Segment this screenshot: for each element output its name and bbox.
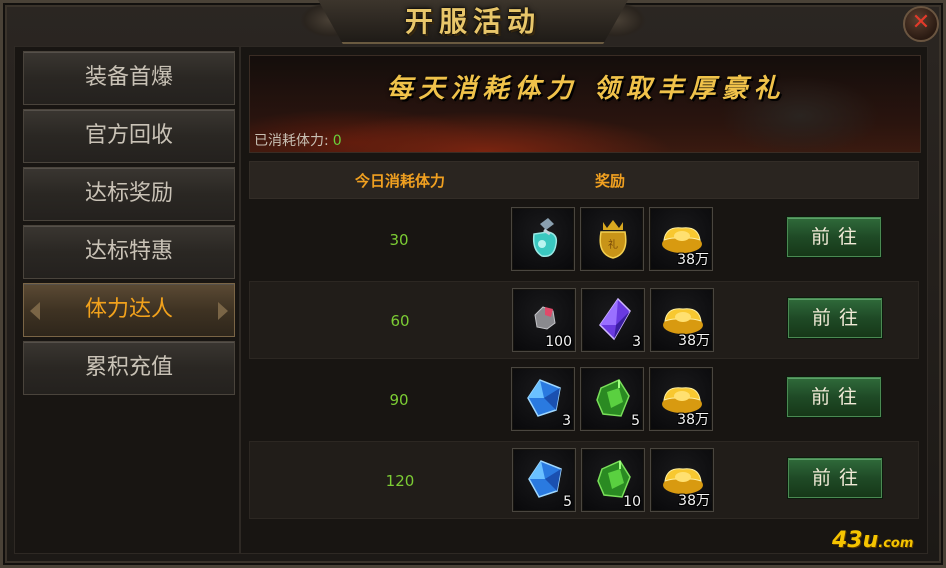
reward-slot[interactable]: 38万 [650,288,714,352]
reward-slot[interactable]: 38万 [649,367,713,431]
reward-count: 10 [623,494,641,510]
reward-count: 100 [545,334,572,350]
stamina-counter: 已消耗体力: 0 [254,130,342,150]
sidebar-item-cumulative-recharge[interactable]: 累积充值 [23,341,235,395]
sidebar-item-equipment-first-drop[interactable]: 装备首爆 [23,51,235,105]
header-stamina: 今日消耗体力 [354,172,445,190]
reward-count: 3 [562,413,571,429]
purple-crystal-icon [599,297,631,341]
reward-count: 5 [563,494,572,510]
table-row: 90 3 5 38万 前往 [249,361,919,439]
reward-count: 3 [632,334,641,350]
reward-slot[interactable]: 3 [581,288,645,352]
banner-title: 每天消耗体力 领取丰厚豪礼 [386,74,786,104]
reward-slot[interactable]: 100 [512,288,576,352]
stamina-counter-label: 已消耗体力: [254,133,329,149]
stamina-requirement: 120 [385,472,415,490]
header-reward: 奖励 [594,172,625,190]
watermark-text: 43u [832,528,879,553]
sidebar-item-stamina-master[interactable]: 体力达人 [23,283,235,337]
reward-slot[interactable]: 3 [511,367,575,431]
close-button[interactable]: ✕ [903,6,939,42]
reward-slot[interactable] [511,207,575,271]
reward-count: 38万 [678,333,710,349]
blue-crystal-icon [527,379,561,417]
green-gem-icon [596,379,630,417]
reward-slot[interactable]: 5 [512,448,576,512]
reward-slot[interactable]: 5 [580,367,644,431]
table-row: 120 5 10 38万 前往 [249,441,919,519]
go-button[interactable]: 前往 [787,377,881,417]
close-icon: ✕ [911,10,931,35]
reward-slot[interactable]: 38万 [650,448,714,512]
reward-slot[interactable]: 10 [581,448,645,512]
reward-slot[interactable]: 38万 [649,207,713,271]
stamina-requirement: 30 [389,231,409,249]
window-title: 开服活动 [404,5,541,38]
potion-bottle-icon [532,218,558,257]
table-row: 60 100 3 38万 前往 [249,281,919,359]
site-watermark: 43u.com [832,528,913,553]
stamina-counter-value: 0 [332,133,342,149]
go-button[interactable]: 前往 [787,217,881,257]
reward-count: 38万 [677,252,709,268]
sidebar-item-goal-discount[interactable]: 达标特惠 [23,225,235,279]
blue-crystal-icon [528,460,562,498]
sidebar: 装备首爆 官方回收 达标奖励 达标特惠 体力达人 累积充值 [14,46,240,554]
main-panel: 每天消耗体力 领取丰厚豪礼 已消耗体力: 0 今日消耗体力 奖励 30 礼 38… [240,46,928,554]
go-button[interactable]: 前往 [788,298,882,338]
reward-count: 5 [631,413,640,429]
reward-count: 38万 [678,493,710,509]
sidebar-item-official-recycle[interactable]: 官方回收 [23,109,235,163]
go-button[interactable]: 前往 [788,458,882,498]
gold-sack-icon: 礼 [599,220,627,259]
reward-count: 38万 [677,412,709,428]
svg-text:礼: 礼 [608,238,618,251]
activity-banner: 每天消耗体力 领取丰厚豪礼 已消耗体力: 0 [249,55,921,153]
stamina-requirement: 60 [390,312,410,330]
table-header: 今日消耗体力 奖励 [249,161,919,199]
table-row: 30 礼 38万 前往 [249,201,919,279]
reward-slot[interactable]: 礼 [580,207,644,271]
sidebar-item-goal-reward[interactable]: 达标奖励 [23,167,235,221]
watermark-suffix: .com [878,536,914,551]
stamina-requirement: 90 [389,391,409,409]
